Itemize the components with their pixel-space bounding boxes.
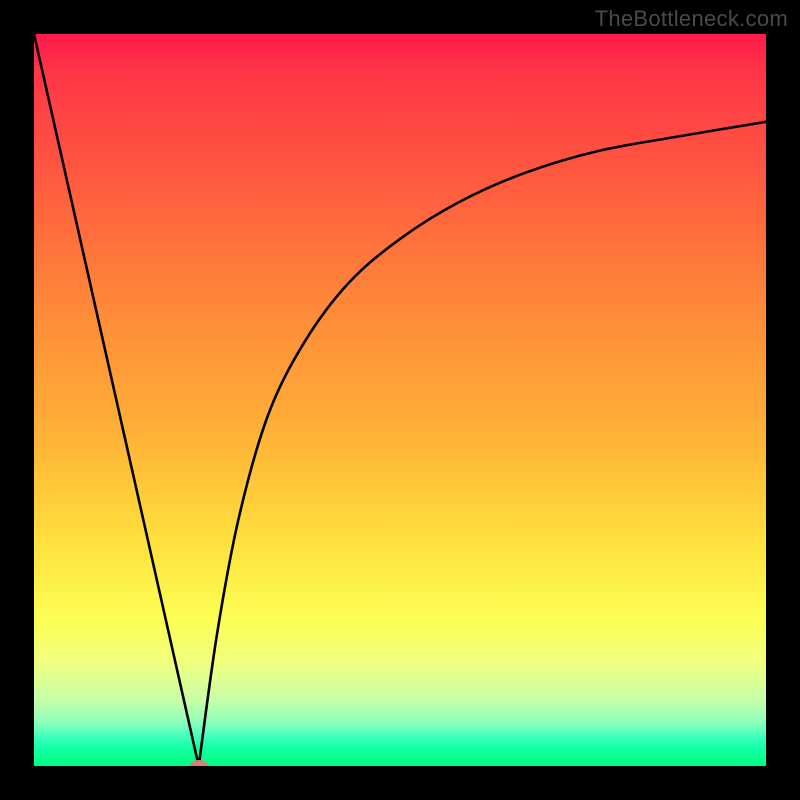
- optimal-point-marker: [190, 760, 208, 766]
- bottleneck-curve: [34, 34, 766, 766]
- curve-path: [34, 34, 766, 766]
- plot-area: [34, 34, 766, 766]
- watermark-text: TheBottleneck.com: [595, 6, 788, 32]
